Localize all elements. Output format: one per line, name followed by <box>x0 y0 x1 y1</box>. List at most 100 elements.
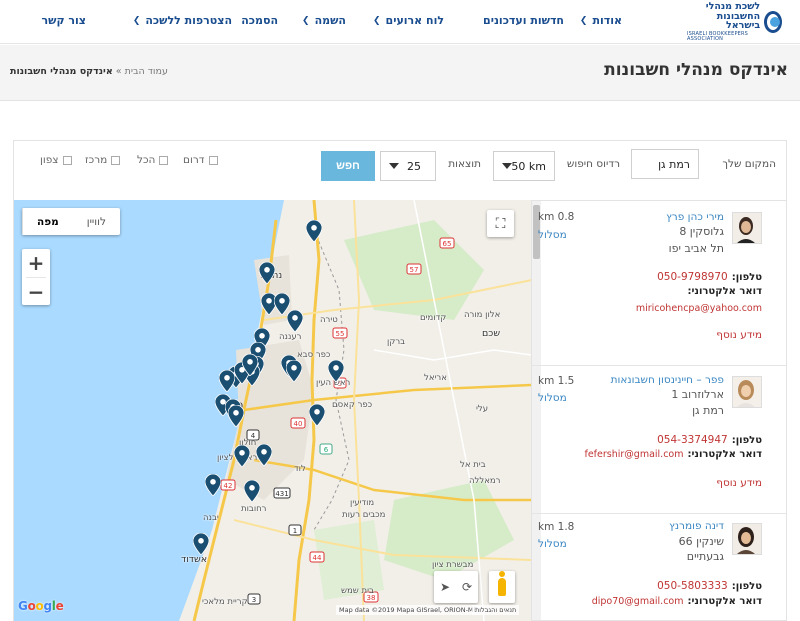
result-distance: 1.5 km <box>538 375 575 387</box>
route-link[interactable]: מסלול <box>538 392 567 404</box>
map-label: יבנה <box>203 513 219 523</box>
street-view-pegman-icon[interactable] <box>489 571 515 603</box>
map-label: אלון מורה <box>464 310 501 320</box>
map-label: קדומים <box>420 313 447 323</box>
map-pin-marker-icon[interactable] <box>218 369 236 393</box>
logo-line3: ISRAELI BOOKKEEPERS ASSOCIATION <box>687 30 749 42</box>
nav-about[interactable]: אודות ❯ <box>580 14 622 27</box>
person-photo-icon <box>733 377 761 407</box>
map-label: עלי <box>476 404 489 414</box>
phone-value[interactable]: 054-3374947 <box>657 434 728 446</box>
map-pin-marker-icon[interactable] <box>241 353 259 377</box>
radius-select[interactable]: 50 km <box>493 151 555 181</box>
results-map[interactable]: 57 55 5 40 431 1 6 2 4 42 3 38 44 65 נתנ… <box>13 200 531 621</box>
map-pin-marker-icon[interactable] <box>258 261 276 285</box>
checkbox-box <box>111 155 121 165</box>
map-label: כפר סבא <box>297 350 331 360</box>
result-name[interactable]: פפר – חיינינסון חשבונאות <box>611 374 724 386</box>
map-pin-marker-icon[interactable] <box>243 479 261 503</box>
checkbox-box <box>208 155 218 165</box>
map-pin-marker-icon[interactable] <box>204 473 222 497</box>
region-checkbox-center[interactable]: מרכז <box>85 154 121 166</box>
route-link[interactable]: מסלול <box>538 229 567 241</box>
my-location-icon[interactable]: ➤ <box>440 580 450 594</box>
phone-label: טלפון: <box>731 272 762 283</box>
result-card[interactable]: מירי כהן פרץ 0.8 km גלוסקין 8 מסלול תל א… <box>532 201 786 366</box>
result-card[interactable]: פפר – חיינינסון חשבונאות 1.5 km ארלוזרוב… <box>532 366 786 516</box>
result-city: רמת גן <box>692 404 724 417</box>
association-logo[interactable]: לשכת מנהלי החשבונות בישראל ISRAELI BOOKK… <box>687 2 782 41</box>
fullscreen-icon[interactable]: ⛶ <box>487 210 514 237</box>
nav-training-label: השמה <box>314 14 346 27</box>
road-shield-6: 6 <box>324 446 329 454</box>
map-label: מכבים רעות <box>342 510 386 520</box>
route-link[interactable]: מסלול <box>538 538 567 550</box>
result-address: גלוסקין 8 <box>679 225 724 238</box>
map-label: בית אל <box>460 460 486 470</box>
result-address: שינקין 66 <box>678 535 724 548</box>
road-shield-55: 55 <box>336 330 345 338</box>
result-card[interactable]: דינה פומרנץ 1.8 km שינקין 66 מסלול גבעתי… <box>532 513 786 620</box>
search-button[interactable]: חפש <box>321 151 375 181</box>
email-link[interactable]: fefershir@gmail.com <box>584 449 683 460</box>
map-pin-marker-icon[interactable] <box>285 359 303 383</box>
nav-events-label: לוח ארועים <box>385 14 444 27</box>
avatar <box>732 523 762 555</box>
nav-events[interactable]: לוח ארועים ❯ <box>373 14 444 27</box>
map-pin-marker-icon[interactable] <box>286 309 304 333</box>
results-count-select[interactable]: 25 <box>380 151 436 181</box>
zoom-in-button[interactable]: + <box>22 249 50 277</box>
results-count-label: תוצאות <box>448 158 481 170</box>
email-link[interactable]: miricohencpa@yahoo.com <box>636 303 762 314</box>
map-pin-marker-icon[interactable] <box>233 444 251 468</box>
map-pin-marker-icon[interactable] <box>308 403 326 427</box>
map-attribution: Map data ©2019 Mapa GISrael, ORION-ME <box>336 605 481 615</box>
map-label: רעננה <box>279 332 302 342</box>
email-label: דואר אלקטרוני: <box>687 449 762 460</box>
nav-training[interactable]: השמה ❯ <box>302 14 346 27</box>
dropdown-arrow-icon <box>389 163 399 169</box>
nav-certification[interactable]: הסמכה <box>241 14 278 27</box>
phone-label: טלפון: <box>731 581 762 592</box>
nav-contact[interactable]: צור קשר <box>42 14 86 27</box>
search-panel: המקום שלך רמת גן רדיוס חיפוש 50 km תוצאו… <box>13 140 787 200</box>
nav-join[interactable]: הצטרפות ללשכה ❯ <box>133 14 232 27</box>
results-count-value: 25 <box>407 159 421 173</box>
region-checkbox-north[interactable]: צפון <box>40 154 72 166</box>
map-label: רמאללה <box>469 476 501 486</box>
phone-value[interactable]: 050-5803333 <box>657 580 728 592</box>
map-pin-marker-icon[interactable] <box>327 359 345 383</box>
map-label: מבשרת ציון <box>432 560 474 570</box>
email-label: דואר אלקטרוני: <box>687 286 762 297</box>
email-label: דואר אלקטרוני: <box>687 596 762 607</box>
map-pin-marker-icon[interactable] <box>305 219 323 243</box>
map-type-satellite[interactable]: לוויין <box>73 208 120 235</box>
map-label: מודיעין <box>350 498 375 508</box>
nav-news[interactable]: חדשות ועדכונים <box>483 14 564 27</box>
nav-contact-label: צור קשר <box>41 14 86 27</box>
map-terms-link[interactable]: תנאים והגבלות <box>472 605 520 615</box>
result-name[interactable]: מירי כהן פרץ <box>666 211 724 223</box>
result-name[interactable]: דינה פומרנץ <box>669 520 724 532</box>
chevron-down-icon: ❯ <box>579 15 588 26</box>
location-input[interactable]: רמת גן <box>631 149 699 179</box>
more-info-link[interactable]: מידע נוסף <box>716 477 762 489</box>
results-list[interactable]: מירי כהן פרץ 0.8 km גלוסקין 8 מסלול תל א… <box>531 200 787 621</box>
map-type-map[interactable]: מפה <box>22 208 73 235</box>
nav-join-label: הצטרפות ללשכה <box>145 14 232 27</box>
dropdown-arrow-icon <box>502 163 512 169</box>
email-link[interactable]: dipo70@gmail.com <box>592 596 684 607</box>
result-phone-row: טלפון: 054-3374947 <box>657 434 762 446</box>
breadcrumb-home[interactable]: עמוד הבית <box>125 66 168 77</box>
map-pin-marker-icon[interactable] <box>227 404 245 428</box>
region-checkbox-all[interactable]: הכל <box>137 154 169 166</box>
refresh-icon[interactable]: ⟳ <box>462 580 472 594</box>
phone-value[interactable]: 050-9798970 <box>657 271 728 283</box>
map-extra-controls: ⟳ ➤ <box>434 571 478 603</box>
region-checkbox-south[interactable]: דרום <box>183 154 218 166</box>
zoom-out-button[interactable]: − <box>22 278 50 306</box>
map-pin-marker-icon[interactable] <box>255 443 273 467</box>
region-label: צפון <box>40 154 59 166</box>
map-pin-marker-icon[interactable] <box>192 532 210 556</box>
more-info-link[interactable]: מידע נוסף <box>716 329 762 341</box>
